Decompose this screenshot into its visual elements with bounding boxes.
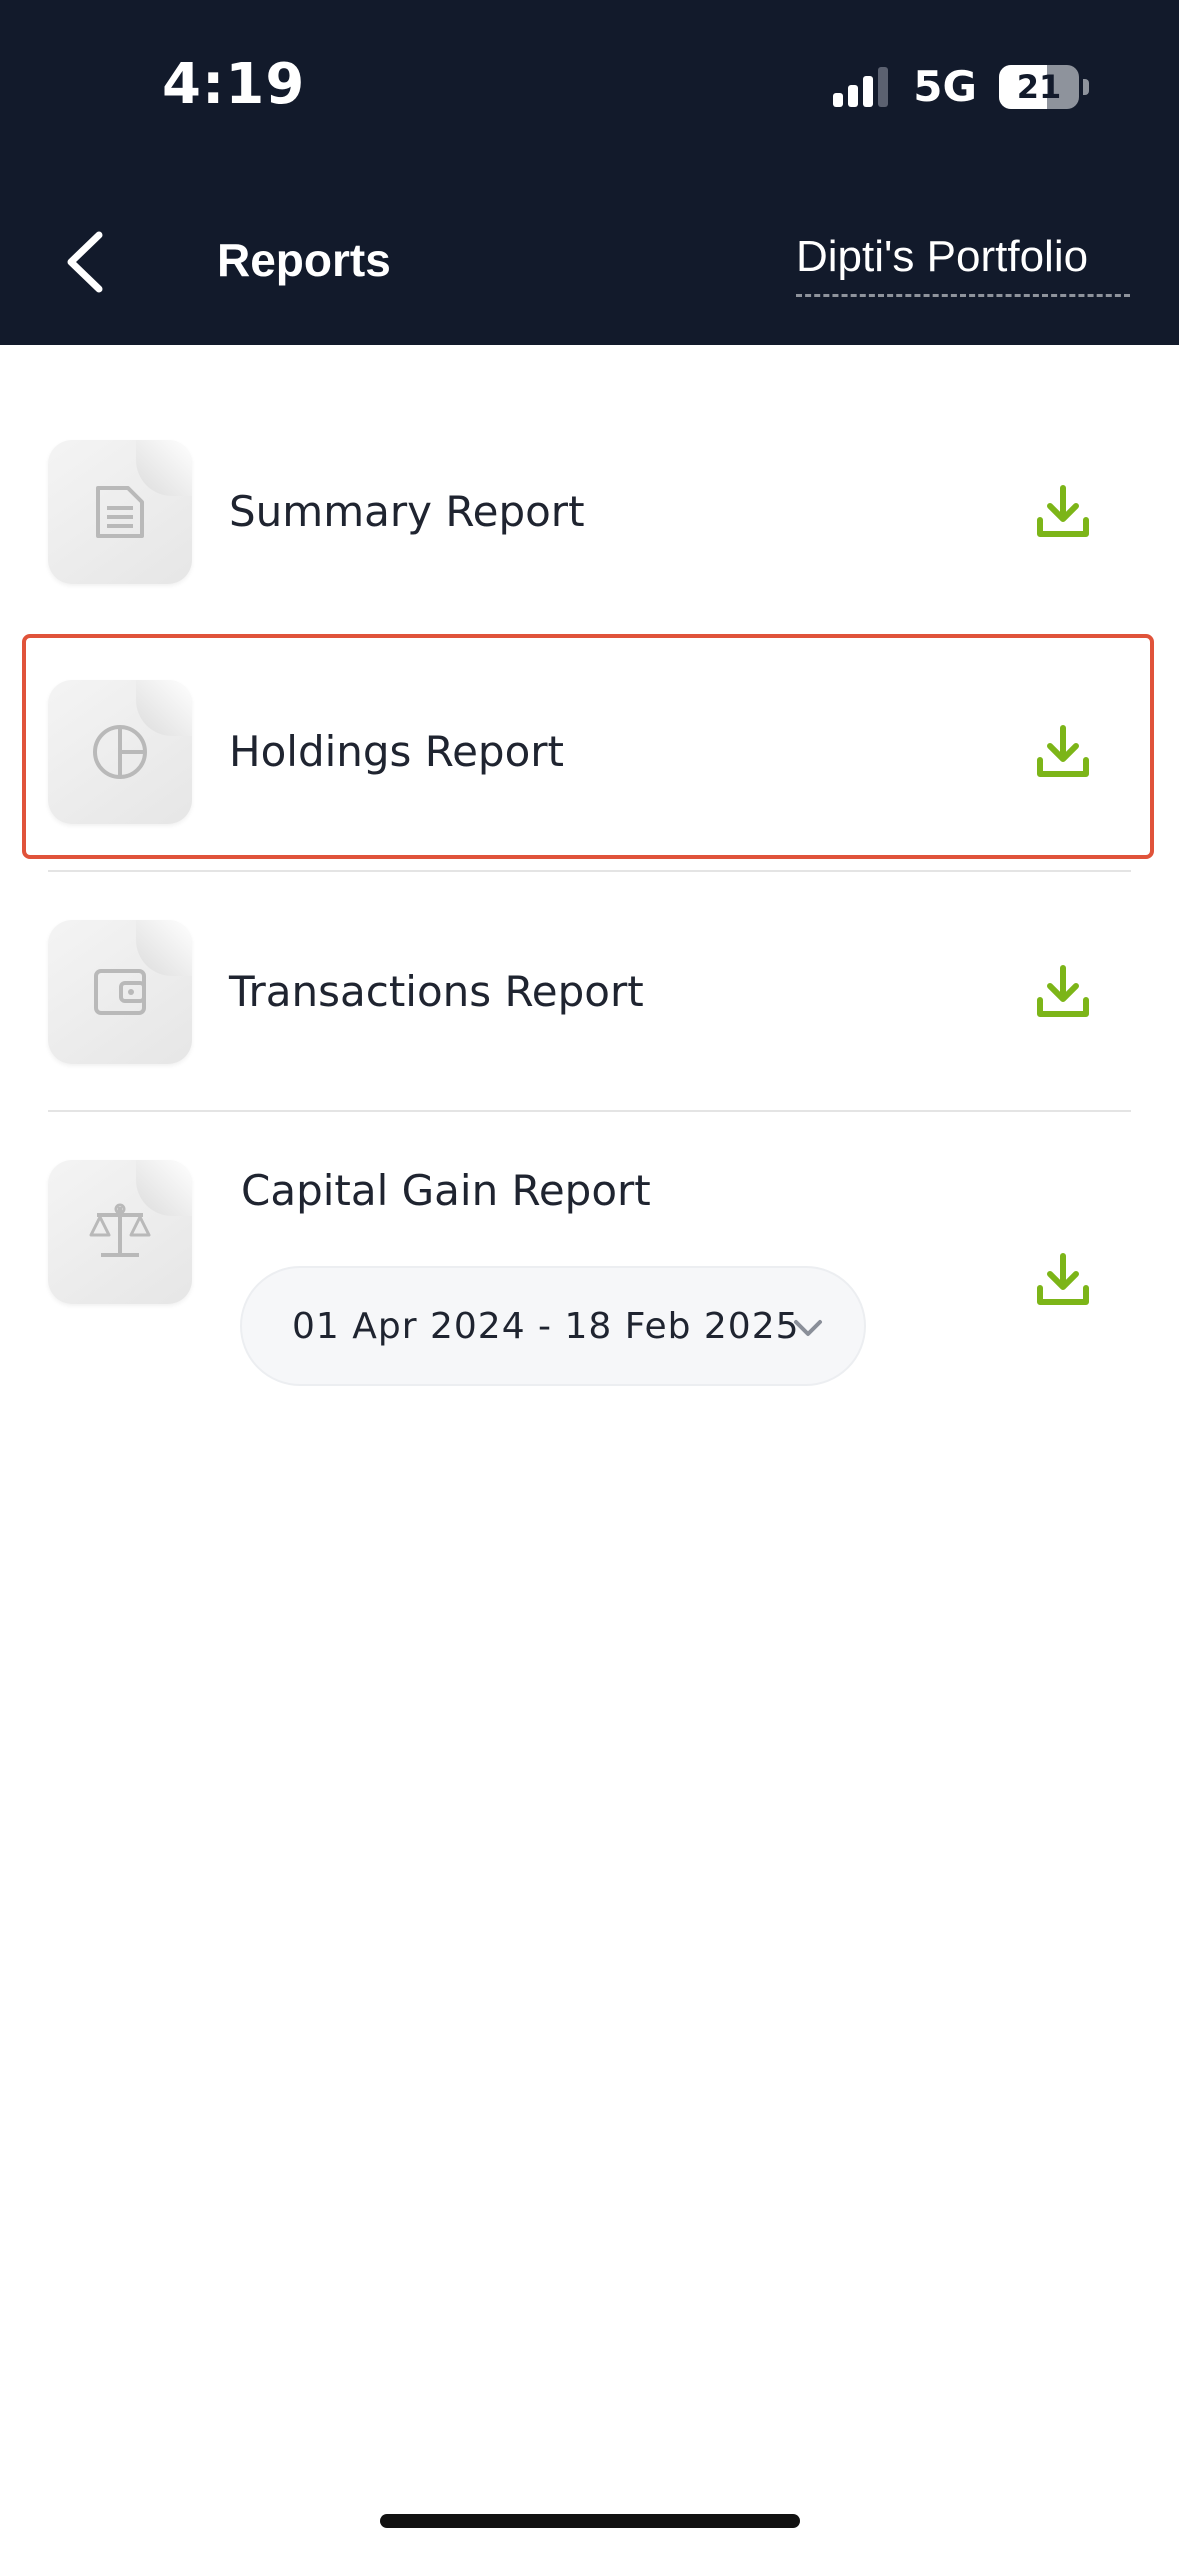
- date-range-label: 01 Apr 2024 - 18 Feb 2025: [292, 1305, 800, 1347]
- chevron-left-icon: [67, 231, 103, 293]
- app-header: 4:19 5G 21 Reports Dipti's Portfolio: [0, 0, 1179, 345]
- date-range-selector[interactable]: 01 Apr 2024 - 18 Feb 2025: [240, 1266, 866, 1386]
- report-row-transactions[interactable]: Transactions Report: [48, 920, 1131, 1064]
- document-icon: [96, 486, 144, 538]
- page-title: Reports: [217, 234, 391, 286]
- download-button[interactable]: [1031, 480, 1095, 544]
- report-label: Capital Gain Report: [241, 1166, 651, 1215]
- report-tile: [48, 920, 192, 1064]
- network-type: 5G: [913, 62, 977, 111]
- portfolio-selector[interactable]: Dipti's Portfolio: [796, 232, 1130, 297]
- highlight-box: [22, 634, 1154, 859]
- battery-level: 21: [1016, 67, 1062, 106]
- report-label: Transactions Report: [229, 967, 644, 1016]
- home-indicator[interactable]: [380, 2514, 800, 2528]
- report-label: Summary Report: [229, 487, 585, 536]
- divider: [48, 870, 1131, 872]
- report-tile: [48, 440, 192, 584]
- download-icon: [1037, 485, 1089, 537]
- divider: [48, 1110, 1131, 1112]
- back-button[interactable]: [50, 222, 120, 302]
- status-indicators: 5G 21: [831, 62, 1089, 111]
- download-button[interactable]: [1031, 960, 1095, 1024]
- download-button[interactable]: [1031, 1248, 1095, 1312]
- report-tile: [48, 1160, 192, 1304]
- battery-icon: 21: [999, 64, 1089, 109]
- scale-icon: [89, 1203, 151, 1257]
- download-icon: [1037, 965, 1089, 1017]
- status-time: 4:19: [162, 52, 306, 117]
- download-icon: [1037, 1253, 1089, 1305]
- wallet-icon: [94, 969, 146, 1015]
- signal-icon: [833, 66, 889, 107]
- report-row-summary[interactable]: Summary Report: [48, 440, 1131, 584]
- chevron-down-icon: [794, 1320, 822, 1336]
